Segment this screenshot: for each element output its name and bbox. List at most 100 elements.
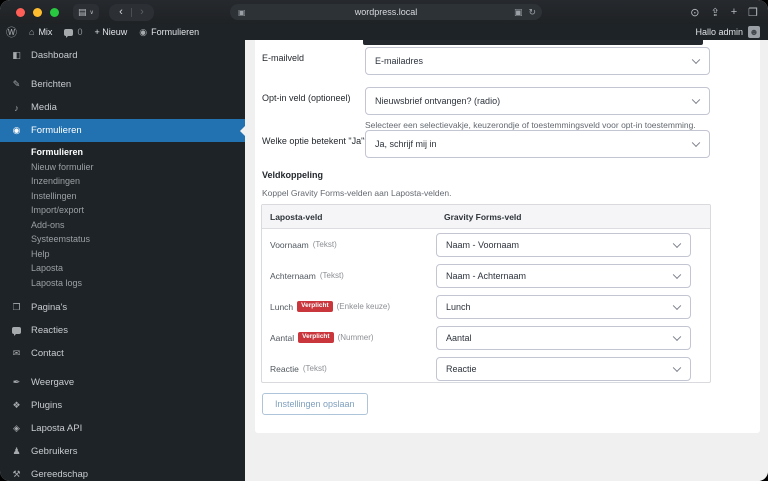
mapping-section-description: Koppel Gravity Forms-velden aan Laposta-… <box>262 188 452 198</box>
wp-admin-sidebar: ◧ Dashboard ✎ Berichten ♪ Media ◉ Formul… <box>0 40 245 481</box>
sidebar-item-label: Berichten <box>31 79 72 90</box>
new-tab-button[interactable]: + <box>731 6 737 18</box>
table-row: Lunch Verplicht (Enkele keuze) Lunch <box>262 291 710 322</box>
sidebar-item-label: Dashboard <box>31 50 78 61</box>
yes-option-select[interactable]: Ja, schrijf mij in <box>365 130 710 158</box>
submenu-item-instellingen[interactable]: Instellingen <box>0 189 245 204</box>
email-field-select[interactable]: E-mailadres <box>365 47 710 75</box>
field-type: (Tekst) <box>319 271 344 280</box>
table-row: Voornaam (Tekst) Naam - Voornaam <box>262 229 710 260</box>
sidebar-item-label: Weergave <box>31 377 75 388</box>
table-row: Aantal Verplicht (Nummer) Aantal <box>262 322 710 353</box>
site-menu[interactable]: ⌂ Mix <box>23 24 58 40</box>
mapping-select-reactie[interactable]: Reactie <box>436 356 691 381</box>
mapping-select-achternaam[interactable]: Naam - Achternaam <box>436 263 691 288</box>
sidebar-item-pages[interactable]: ❐ Pagina's <box>0 296 245 319</box>
sidebar-item-label: Media <box>31 102 57 113</box>
submenu-item-inzendingen[interactable]: Inzendingen <box>0 174 245 189</box>
address-bar[interactable]: ▣ wordpress.local ▣ ↻ <box>230 4 542 20</box>
sidebar-item-label: Plugins <box>31 400 63 411</box>
email-field-label: E-mailveld <box>262 53 305 63</box>
chevron-down-icon <box>672 301 682 310</box>
url-text: wordpress.local <box>354 7 418 17</box>
chevron-down-icon <box>672 239 682 248</box>
sidebar-item-appearance[interactable]: ✒ Weergave <box>0 371 245 394</box>
sidebar-item-tools[interactable]: ⚒ Gereedschap <box>0 463 245 481</box>
yes-option-value: Ja, schrijf mij in <box>375 139 437 149</box>
sidebar-item-comments[interactable]: Reacties <box>0 319 245 342</box>
plugins-icon: ❖ <box>12 400 21 410</box>
sidebar-item-forms[interactable]: ◉ Formulieren <box>0 119 245 142</box>
save-settings-button[interactable]: Instellingen opslaan <box>262 393 368 415</box>
sidebar-item-users[interactable]: ♟ Gebruikers <box>0 440 245 463</box>
forms-admin-menu[interactable]: ◉ Formulieren <box>133 24 205 40</box>
submenu-item-help[interactable]: Help <box>0 247 245 262</box>
submenu-item-laposta-logs[interactable]: Laposta logs <box>0 276 245 291</box>
submenu-item-formulieren[interactable]: Formulieren <box>0 145 245 160</box>
contact-icon: ✉ <box>12 348 21 358</box>
sidebar-item-laposta-api[interactable]: ◈ Laposta API <box>0 417 245 440</box>
mapping-select-lunch[interactable]: Lunch <box>436 294 691 319</box>
mapping-value: Lunch <box>446 301 471 312</box>
greeting-text: Hallo admin <box>695 27 743 37</box>
forms-submenu: Formulieren Nieuw formulier Inzendingen … <box>0 142 245 296</box>
sidebar-item-label: Laposta API <box>31 423 83 434</box>
share-icon[interactable]: ⇪ <box>710 6 719 19</box>
comments-menu[interactable]: 0 <box>58 24 88 40</box>
back-button[interactable]: ‹ <box>111 4 131 21</box>
submenu-label: Laposta logs <box>31 277 83 288</box>
required-badge: Verplicht <box>297 301 333 312</box>
field-mapping-table: Laposta-veld Gravity Forms-veld Voornaam… <box>261 204 711 383</box>
submenu-item-add-ons[interactable]: Add-ons <box>0 218 245 233</box>
field-name: Aantal <box>270 332 295 343</box>
optin-help-text: Selecteer een selectievakje, keuzerondje… <box>365 120 696 130</box>
submenu-label: Instellingen <box>31 190 77 201</box>
media-icon: ♪ <box>14 102 19 113</box>
sidebar-item-dashboard[interactable]: ◧ Dashboard <box>0 44 245 67</box>
downloads-icon[interactable]: ⊙ <box>690 6 699 19</box>
field-type: (Tekst) <box>302 364 327 373</box>
reload-icon[interactable]: ↻ <box>528 7 536 18</box>
field-type: (Tekst) <box>312 240 337 249</box>
mapping-value: Reactie <box>446 363 477 374</box>
chevron-down-icon <box>672 270 682 279</box>
yes-option-label: Welke optie betekent "Ja"? <box>262 136 370 146</box>
sidebar-item-contact[interactable]: ✉ Contact <box>0 342 245 365</box>
optin-field-select[interactable]: Nieuwsbrief ontvangen? (radio) <box>365 87 710 115</box>
submenu-item-systeemstatus[interactable]: Systeemstatus <box>0 232 245 247</box>
translate-icon[interactable]: ▣ <box>514 7 523 18</box>
avatar: ☻ <box>748 26 760 38</box>
mapping-select-aantal[interactable]: Aantal <box>436 325 691 350</box>
account-menu[interactable]: Hallo admin ☻ <box>695 26 768 38</box>
sidebar-item-posts[interactable]: ✎ Berichten <box>0 73 245 96</box>
sidebar-item-label: Pagina's <box>31 302 68 313</box>
close-window-button[interactable] <box>16 7 25 17</box>
pages-icon: ❐ <box>12 302 21 312</box>
forms-admin-label: Formulieren <box>151 27 200 37</box>
new-content-menu[interactable]: + Nieuw <box>88 24 133 40</box>
site-name: Mix <box>38 27 53 37</box>
new-content-label: + Nieuw <box>94 27 128 37</box>
table-header-row: Laposta-veld Gravity Forms-veld <box>262 205 710 229</box>
submenu-label: Import/export <box>31 205 85 216</box>
sidebar-item-plugins[interactable]: ❖ Plugins <box>0 394 245 417</box>
comments-icon <box>10 326 23 336</box>
email-field-value: E-mailadres <box>375 56 424 66</box>
forward-button[interactable]: › <box>132 4 152 21</box>
minimize-window-button[interactable] <box>33 7 42 17</box>
sidebar-item-label: Gereedschap <box>31 469 89 480</box>
sidebar-item-media[interactable]: ♪ Media <box>0 96 245 119</box>
tabs-overview-icon[interactable]: ❐ <box>748 6 758 19</box>
wp-logo-menu[interactable]: Ⓦ <box>0 24 23 40</box>
field-type: (Nummer) <box>337 333 374 342</box>
submenu-item-import-export[interactable]: Import/export <box>0 203 245 218</box>
submenu-item-nieuw-formulier[interactable]: Nieuw formulier <box>0 160 245 175</box>
settings-card: E-mailveld E-mailadres Opt-in veld (opti… <box>255 40 760 433</box>
mapping-section-title: Veldkoppeling <box>262 170 324 180</box>
submenu-item-laposta[interactable]: Laposta <box>0 261 245 276</box>
comments-count: 0 <box>77 27 83 37</box>
mapping-value: Naam - Voornaam <box>446 239 520 250</box>
zoom-window-button[interactable] <box>50 7 59 17</box>
mapping-select-voornaam[interactable]: Naam - Voornaam <box>436 232 691 257</box>
browser-sidebar-toggle[interactable]: ▤ ∨ <box>73 4 99 20</box>
